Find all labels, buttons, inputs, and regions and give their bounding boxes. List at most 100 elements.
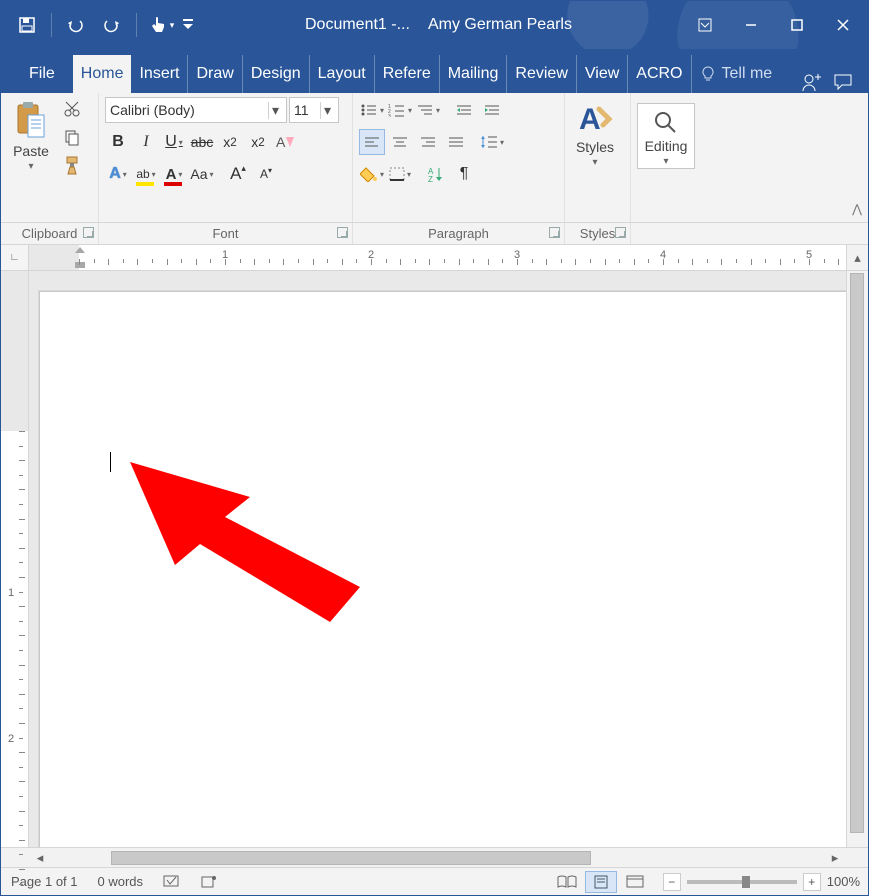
proofing-icon[interactable] xyxy=(153,875,191,889)
paragraph-dialog-launcher[interactable] xyxy=(549,227,560,238)
view-switcher xyxy=(551,871,655,893)
font-name-select[interactable]: Calibri (Body) ▾ xyxy=(105,97,287,123)
paste-button[interactable]: Paste ▾ xyxy=(7,97,55,222)
svg-text:Z: Z xyxy=(428,175,433,182)
ribbon-options-icon[interactable] xyxy=(682,5,728,45)
page-indicator[interactable]: Page 1 of 1 xyxy=(1,874,88,889)
collapse-ribbon-icon[interactable]: ⋀ xyxy=(852,202,862,216)
grow-font-button[interactable]: A▴ xyxy=(225,161,251,187)
save-icon[interactable] xyxy=(11,9,43,41)
styles-dialog-launcher[interactable] xyxy=(615,227,626,238)
copy-icon[interactable] xyxy=(59,125,85,149)
word-count[interactable]: 0 words xyxy=(88,874,154,889)
editing-button[interactable]: Editing ▾ xyxy=(637,103,695,169)
tell-me[interactable]: Tell me xyxy=(692,55,781,93)
undo-icon[interactable] xyxy=(60,9,92,41)
tab-references[interactable]: Refere xyxy=(375,55,440,93)
font-color-button[interactable]: A▾ xyxy=(161,161,187,187)
read-mode-icon[interactable] xyxy=(551,871,583,893)
tab-insert[interactable]: Insert xyxy=(131,55,188,93)
paste-label: Paste xyxy=(13,143,49,159)
title-bar: ▾ Document1 -... Amy German Pearls xyxy=(1,1,868,49)
clipboard-side xyxy=(59,97,85,222)
zoom-level[interactable]: 100% xyxy=(827,874,860,889)
tab-acrobat[interactable]: ACRO xyxy=(628,55,691,93)
borders-button[interactable]: ▾ xyxy=(387,161,413,187)
document-canvas[interactable] xyxy=(29,271,846,847)
multilevel-list-button[interactable]: ▾ xyxy=(415,97,441,123)
tab-review[interactable]: Review xyxy=(507,55,576,93)
styles-button[interactable]: A Styles ▾ xyxy=(571,97,619,222)
highlight-button[interactable]: ab▾ xyxy=(133,161,159,187)
maximize-icon[interactable] xyxy=(774,5,820,45)
zoom-slider[interactable] xyxy=(687,880,797,884)
qat-customize-icon[interactable] xyxy=(181,9,195,41)
zoom-out-button[interactable]: − xyxy=(663,873,681,891)
page[interactable] xyxy=(39,291,846,847)
font-dialog-launcher[interactable] xyxy=(337,227,348,238)
superscript-button[interactable]: x2 xyxy=(245,129,271,155)
sort-button[interactable]: AZ xyxy=(423,161,449,187)
share-icon[interactable] xyxy=(800,71,822,93)
group-font: Calibri (Body) ▾ 11 ▾ B I U▾ abc x2 x2 A xyxy=(99,93,353,222)
tab-home[interactable]: Home xyxy=(73,55,132,93)
quick-access-toolbar: ▾ xyxy=(3,9,195,41)
clear-formatting-icon[interactable]: A xyxy=(273,129,299,155)
tab-draw[interactable]: Draw xyxy=(188,55,242,93)
zoom-in-button[interactable]: + xyxy=(803,873,821,891)
vertical-ruler[interactable]: 1 2 xyxy=(1,271,29,847)
line-spacing-button[interactable]: ▾ xyxy=(479,129,505,155)
align-center-button[interactable] xyxy=(387,129,413,155)
format-painter-icon[interactable] xyxy=(59,153,85,177)
horizontal-scrollbar[interactable]: ◂ ▸ xyxy=(1,847,868,867)
tab-design[interactable]: Design xyxy=(243,55,310,93)
ribbon-tabs: File Home Insert Draw Design Layout Refe… xyxy=(1,49,868,93)
tell-me-label: Tell me xyxy=(722,65,773,83)
zoom-controls: − + 100% xyxy=(655,873,868,891)
bold-button[interactable]: B xyxy=(105,129,131,155)
clipboard-dialog-launcher[interactable] xyxy=(83,227,94,238)
tab-view[interactable]: View xyxy=(577,55,628,93)
macro-recording-icon[interactable] xyxy=(191,875,227,889)
styles-icon: A xyxy=(577,101,613,137)
label-paragraph: Paragraph xyxy=(353,223,565,244)
scroll-left-icon[interactable]: ◂ xyxy=(29,850,51,866)
minimize-icon[interactable] xyxy=(728,5,774,45)
justify-button[interactable] xyxy=(443,129,469,155)
shading-button[interactable]: ▾ xyxy=(359,161,385,187)
show-marks-button[interactable]: ¶ xyxy=(451,161,477,187)
numbering-button[interactable]: 123▾ xyxy=(387,97,413,123)
font-size-select[interactable]: 11 ▾ xyxy=(289,97,339,123)
tab-file[interactable]: File xyxy=(21,55,73,93)
lightbulb-icon xyxy=(700,66,716,82)
touch-mode-icon[interactable]: ▾ xyxy=(145,9,177,41)
cut-icon[interactable] xyxy=(59,97,85,121)
subscript-button[interactable]: x2 xyxy=(217,129,243,155)
tab-layout[interactable]: Layout xyxy=(310,55,375,93)
underline-button[interactable]: U▾ xyxy=(161,129,187,155)
bullets-button[interactable]: ▾ xyxy=(359,97,385,123)
tab-mailings[interactable]: Mailing xyxy=(440,55,508,93)
redo-icon[interactable] xyxy=(96,9,128,41)
italic-button[interactable]: I xyxy=(133,129,159,155)
text-effects-button[interactable]: A▾ xyxy=(105,161,131,187)
close-icon[interactable] xyxy=(820,5,866,45)
tab-selector[interactable]: ∟ xyxy=(1,245,29,270)
change-case-button[interactable]: Aa▾ xyxy=(189,161,215,187)
align-right-button[interactable] xyxy=(415,129,441,155)
window-controls xyxy=(682,5,866,45)
align-left-button[interactable] xyxy=(359,129,385,155)
comments-icon[interactable] xyxy=(832,71,854,93)
shrink-font-button[interactable]: A▾ xyxy=(253,161,279,187)
horizontal-ruler[interactable]: ∟ 1 2 3 4 5 ▴ xyxy=(1,245,868,271)
increase-indent-button[interactable] xyxy=(479,97,505,123)
print-layout-icon[interactable] xyxy=(585,871,617,893)
web-layout-icon[interactable] xyxy=(619,871,651,893)
scroll-up-icon[interactable]: ▴ xyxy=(846,245,868,270)
vertical-scrollbar[interactable] xyxy=(846,271,868,847)
decrease-indent-button[interactable] xyxy=(451,97,477,123)
svg-text:3: 3 xyxy=(388,114,391,117)
scroll-right-icon[interactable]: ▸ xyxy=(824,850,846,866)
editing-label: Editing xyxy=(645,138,688,154)
strikethrough-button[interactable]: abc xyxy=(189,129,215,155)
